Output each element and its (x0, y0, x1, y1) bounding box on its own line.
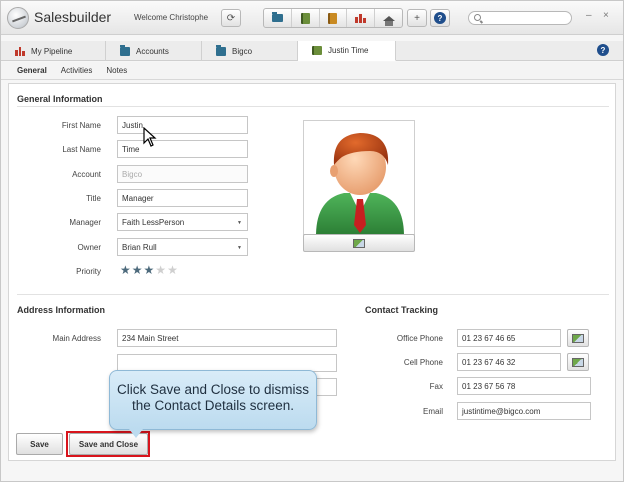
close-button[interactable]: × (603, 10, 609, 21)
folder-icon (216, 44, 226, 56)
last-name-field[interactable]: Time (117, 140, 248, 158)
tab-accounts[interactable]: Accounts (106, 41, 202, 61)
callout-pointer (129, 429, 143, 438)
fax-field[interactable]: 01 23 67 56 78 (457, 377, 591, 395)
plus-icon: + (414, 12, 420, 24)
star-icon[interactable]: ★ (144, 264, 155, 276)
star-icon[interactable]: ★ (120, 264, 131, 276)
help-button[interactable]: ? (430, 9, 450, 27)
navigation-toolbar (263, 8, 403, 28)
tab-bigco[interactable]: Bigco (202, 41, 298, 61)
priority-rating[interactable]: ★ ★ ★ ★ ★ (120, 264, 178, 276)
help-icon: ? (597, 44, 609, 56)
accounts-folder-icon (271, 12, 283, 22)
section-divider (17, 106, 609, 107)
contact-photo (303, 120, 415, 235)
general-section-title: General Information (17, 94, 103, 104)
subtab-bar: General Activities Notes (1, 62, 623, 80)
home-nav-button[interactable] (375, 9, 402, 27)
cell-phone-label: Cell Phone (403, 358, 443, 367)
owner-label: Owner (77, 243, 101, 252)
welcome-text: Welcome Christophe (134, 13, 209, 22)
person-avatar-icon (316, 133, 404, 234)
contact-tracking-title: Contact Tracking (365, 305, 439, 315)
tab-label: My Pipeline (31, 46, 73, 56)
account-label: Account (72, 170, 101, 179)
minimize-button[interactable]: – (586, 10, 592, 21)
app-title: Salesbuilder (34, 9, 112, 25)
section-divider (17, 294, 609, 295)
tab-label: Accounts (136, 46, 169, 56)
salesbuilder-logo-icon (7, 7, 29, 29)
refresh-button[interactable]: ⟳ (221, 9, 241, 27)
first-name-field[interactable]: Justin (117, 116, 248, 134)
callout-line-1: Click Save and Close to dismiss (116, 382, 310, 397)
tab-bar: My Pipeline Accounts Bigco Justin Time ? (1, 41, 623, 61)
folder-icon (120, 44, 130, 56)
image-icon (353, 238, 365, 248)
title-label: Title (86, 194, 101, 203)
office-phone-label: Office Phone (396, 334, 443, 343)
star-icon[interactable]: ★ (132, 264, 143, 276)
priority-label: Priority (76, 267, 101, 276)
change-photo-button[interactable] (303, 234, 415, 252)
pipeline-chart-icon (15, 46, 26, 56)
cell-phone-field[interactable]: 01 23 67 46 32 (457, 353, 561, 371)
tutorial-callout: Click Save and Close to dismiss the Cont… (109, 370, 317, 430)
title-bar: Salesbuilder Welcome Christophe ⟳ + ? – … (1, 1, 623, 35)
search-input[interactable] (468, 11, 572, 25)
dial-cell-button[interactable] (567, 353, 589, 371)
office-phone-field[interactable]: 01 23 67 46 65 (457, 329, 561, 347)
last-name-label: Last Name (62, 145, 101, 154)
save-button[interactable]: Save (16, 433, 63, 455)
contacts-nav-button[interactable] (292, 9, 320, 27)
address-section-title: Address Information (17, 305, 106, 315)
tab-label: Justin Time (328, 46, 369, 55)
manager-select[interactable]: Faith LessPerson (117, 213, 248, 231)
subtab-notes[interactable]: Notes (106, 66, 127, 75)
subtab-general[interactable]: General (17, 66, 47, 75)
phone-card-icon (572, 333, 584, 343)
app-window: Salesbuilder Welcome Christophe ⟳ + ? – … (0, 0, 624, 482)
tab-help-button[interactable]: ? (597, 44, 609, 56)
pipeline-nav-button[interactable] (347, 9, 376, 27)
add-button[interactable]: + (407, 9, 427, 27)
orange-book-icon (328, 12, 338, 24)
manager-label: Manager (69, 218, 101, 227)
contact-book-icon (312, 46, 322, 55)
first-name-label: First Name (61, 121, 101, 130)
tab-my-pipeline[interactable]: My Pipeline (1, 41, 106, 61)
refresh-icon: ⟳ (226, 12, 236, 24)
main-address-label: Main Address (52, 334, 101, 343)
contacts-book-icon (300, 12, 310, 24)
owner-select[interactable]: Brian Rull (117, 238, 248, 256)
account-field: Bigco (117, 165, 248, 183)
callout-line-2: the Contact Details screen. (131, 398, 295, 413)
pipeline-chart-icon (354, 13, 367, 23)
mouse-cursor-icon (143, 127, 157, 147)
address-line-1-field[interactable]: 234 Main Street (117, 329, 337, 347)
email-label: Email (422, 407, 443, 416)
phone-card-icon (572, 357, 584, 367)
help-icon: ? (434, 12, 446, 24)
fax-label: Fax (429, 382, 443, 391)
star-icon[interactable]: ★ (167, 264, 178, 276)
search-icon (474, 14, 481, 21)
tab-justin-time[interactable]: Justin Time (298, 41, 396, 61)
notes-nav-button[interactable] (320, 9, 348, 27)
tab-label: Bigco (232, 46, 253, 56)
accounts-nav-button[interactable] (264, 9, 292, 27)
home-icon (382, 15, 395, 26)
title-field[interactable]: Manager (117, 189, 248, 207)
subtab-activities[interactable]: Activities (61, 66, 93, 75)
dial-office-button[interactable] (567, 329, 589, 347)
email-field[interactable]: justintime@bigco.com (457, 402, 591, 420)
star-icon[interactable]: ★ (155, 264, 166, 276)
